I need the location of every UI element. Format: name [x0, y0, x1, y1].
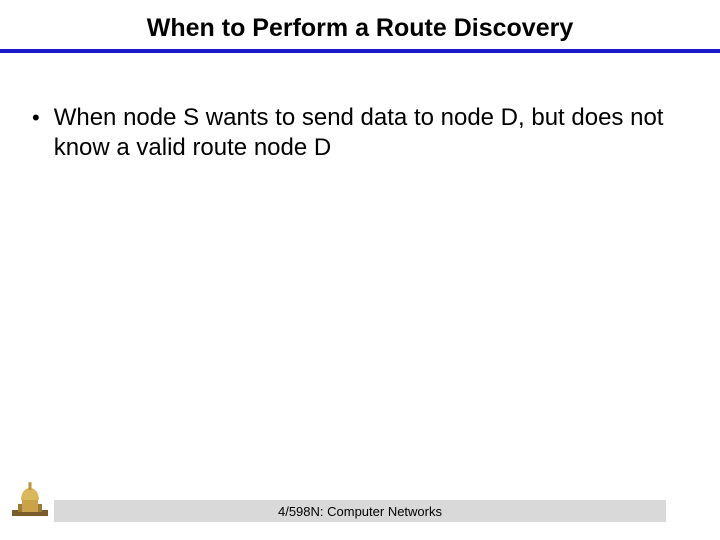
slide-title: When to Perform a Route Discovery — [147, 14, 573, 43]
dome-logo-icon — [12, 482, 48, 516]
bullet-item: • When node S wants to send data to node… — [28, 103, 692, 163]
footer-text: 4/598N: Computer Networks — [278, 504, 442, 519]
title-area: When to Perform a Route Discovery — [0, 0, 720, 43]
bullet-marker: • — [32, 103, 40, 133]
footer-bar: 4/598N: Computer Networks — [54, 500, 666, 522]
bullet-text: When node S wants to send data to node D… — [54, 103, 692, 163]
content-area: • When node S wants to send data to node… — [0, 53, 720, 163]
footer: 4/598N: Computer Networks — [0, 500, 720, 526]
